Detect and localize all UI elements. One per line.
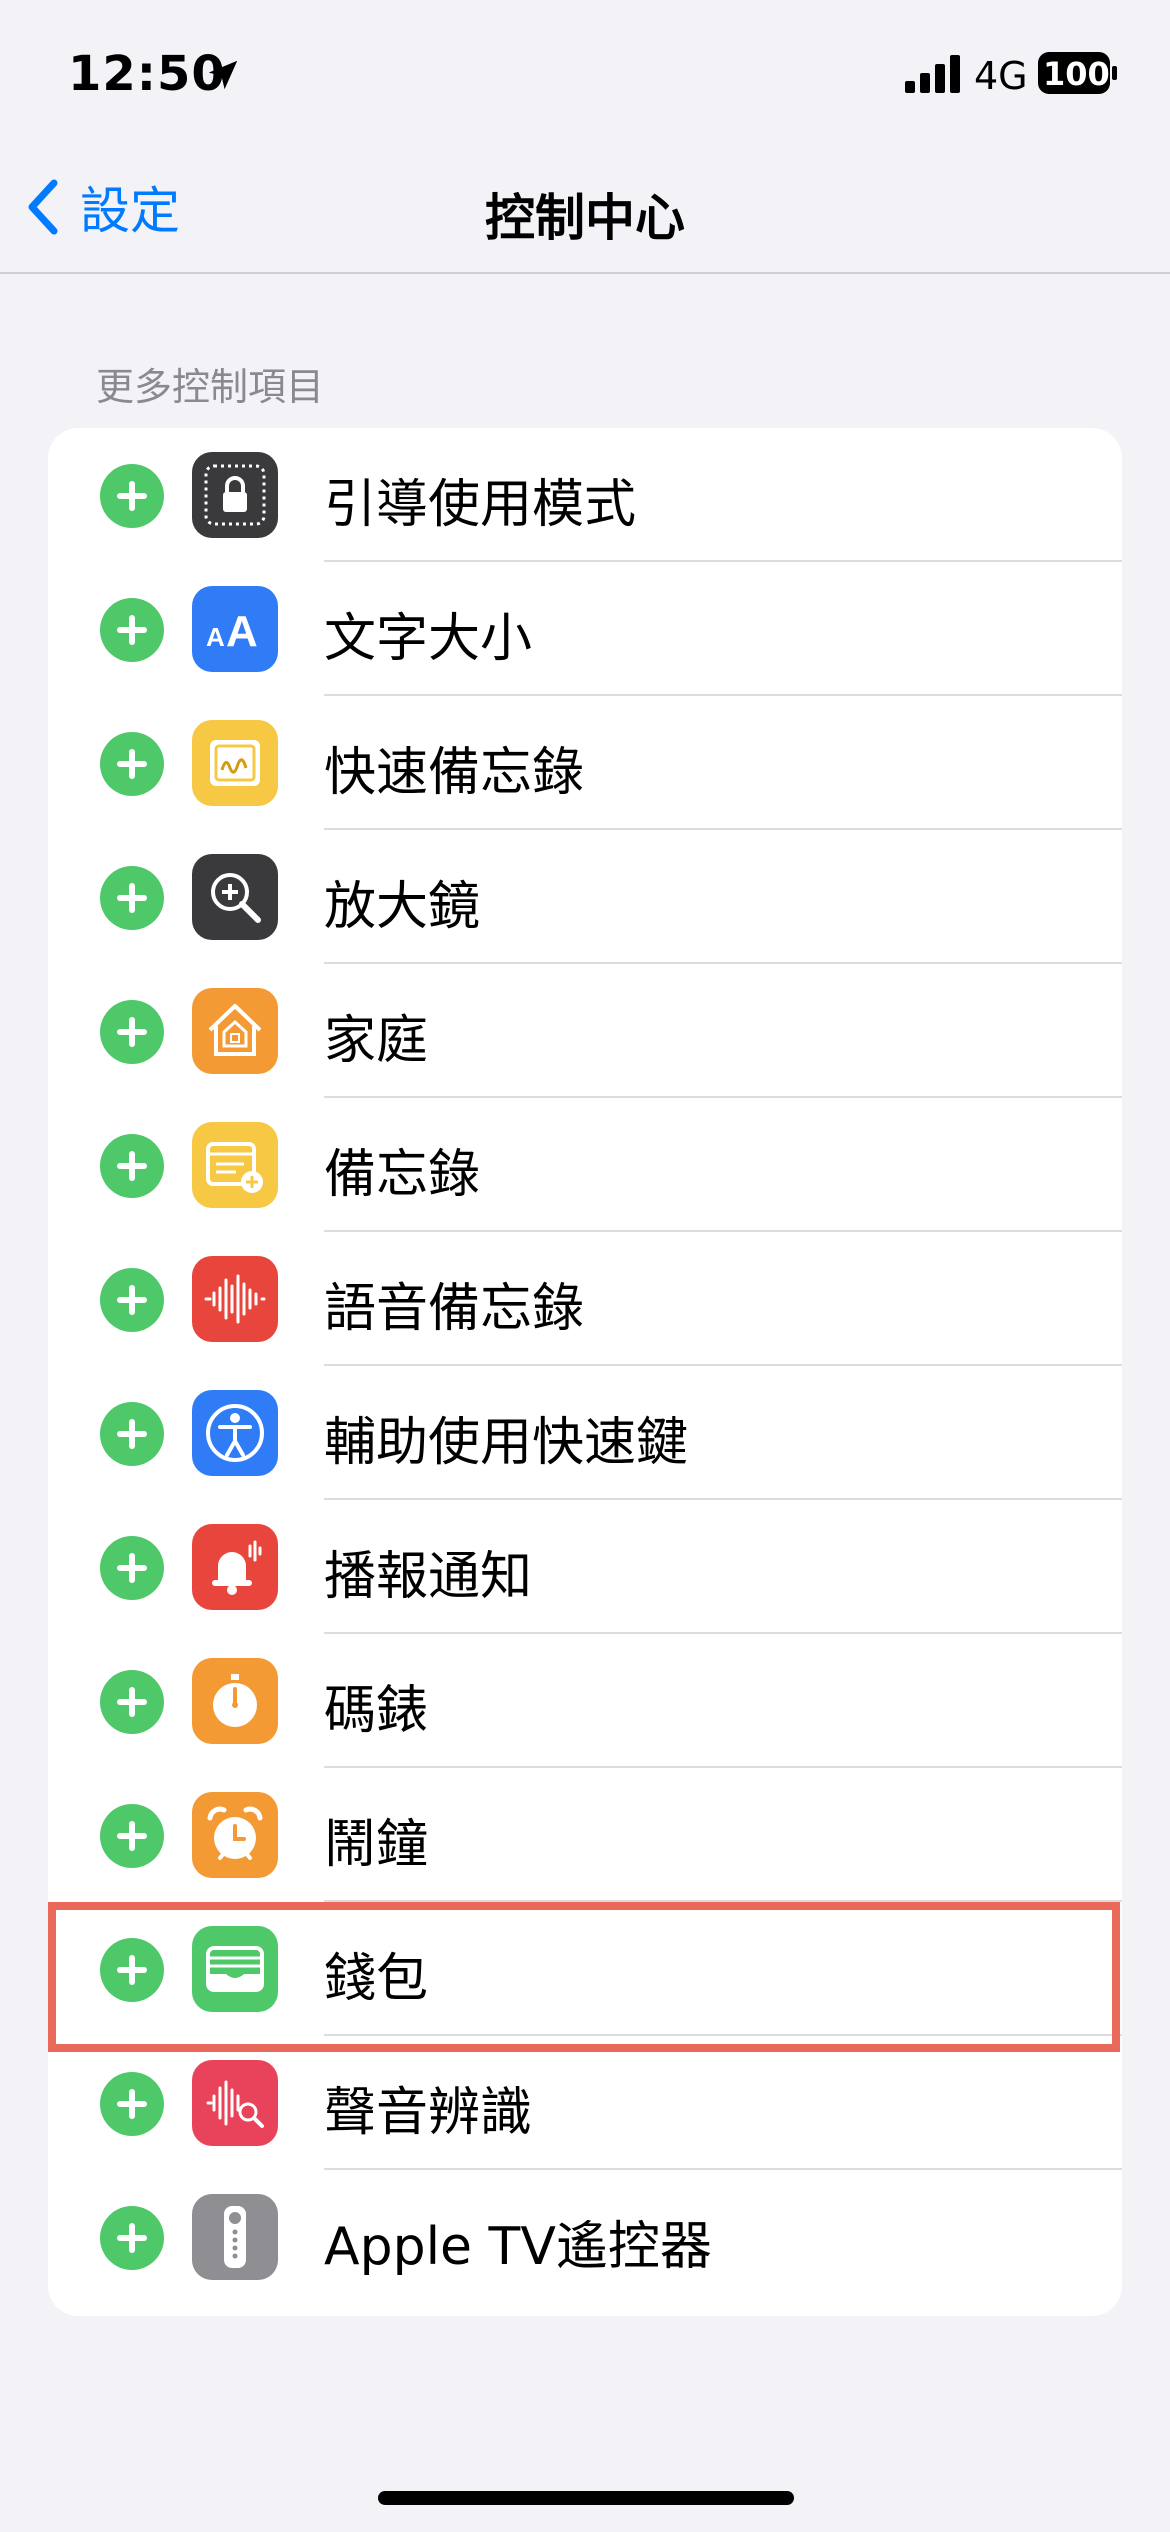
network-type: 4G bbox=[974, 54, 1028, 98]
list-item-apple-tv-remote[interactable]: Apple TV遙控器 bbox=[48, 2170, 1122, 2304]
sound-recognition-icon bbox=[192, 2060, 278, 2146]
add-button[interactable] bbox=[100, 1536, 164, 1600]
battery-level: 100 bbox=[1043, 55, 1110, 93]
list-item-accessibility-shortcut[interactable]: 輔助使用快速鍵 bbox=[48, 1366, 1122, 1500]
add-button[interactable] bbox=[100, 1670, 164, 1734]
home-icon bbox=[192, 988, 278, 1074]
list-item-label: 播報通知 bbox=[324, 1547, 533, 1607]
list-item-label: 備忘錄 bbox=[324, 1145, 481, 1205]
cellular-signal-icon bbox=[905, 55, 960, 93]
add-button[interactable] bbox=[100, 732, 164, 796]
list-item-label: 家庭 bbox=[324, 1011, 429, 1071]
guided-access-icon bbox=[192, 452, 278, 538]
location-arrow-icon bbox=[208, 60, 238, 90]
list-item-label: 引導使用模式 bbox=[324, 475, 637, 535]
svg-text:A: A bbox=[226, 607, 258, 656]
list-item-label: 語音備忘錄 bbox=[324, 1279, 585, 1339]
list-item-notes[interactable]: 備忘錄 bbox=[48, 1098, 1122, 1232]
add-button[interactable] bbox=[100, 464, 164, 528]
list-item-sound-recognition[interactable]: 聲音辨識 bbox=[48, 2036, 1122, 2170]
add-button[interactable] bbox=[100, 1268, 164, 1332]
voice-memos-icon bbox=[192, 1256, 278, 1342]
add-button[interactable] bbox=[100, 598, 164, 662]
add-button[interactable] bbox=[100, 1000, 164, 1064]
more-controls-list: 引導使用模式 AA 文字大小 快速備忘錄 放大鏡 家庭 備忘錄 語音備忘錄 輔助… bbox=[48, 428, 1122, 2316]
list-item-quick-note[interactable]: 快速備忘錄 bbox=[48, 696, 1122, 830]
add-button[interactable] bbox=[100, 1402, 164, 1466]
page-title: 控制中心 bbox=[485, 189, 685, 247]
list-item-label: 文字大小 bbox=[324, 609, 533, 669]
list-item-home[interactable]: 家庭 bbox=[48, 964, 1122, 1098]
list-item-label: 輔助使用快速鍵 bbox=[324, 1413, 689, 1473]
announce-notifications-icon bbox=[192, 1524, 278, 1610]
wallet-icon bbox=[192, 1926, 278, 2012]
apple-tv-remote-icon bbox=[192, 2194, 278, 2280]
alarm-icon bbox=[192, 1792, 278, 1878]
list-item-wallet[interactable]: 錢包 bbox=[48, 1902, 1122, 2036]
stopwatch-icon bbox=[192, 1658, 278, 1744]
add-button[interactable] bbox=[100, 866, 164, 930]
list-item-announce-notifications[interactable]: 播報通知 bbox=[48, 1500, 1122, 1634]
list-item-guided-access[interactable]: 引導使用模式 bbox=[48, 428, 1122, 562]
list-item-magnifier[interactable]: 放大鏡 bbox=[48, 830, 1122, 964]
text-size-icon: AA bbox=[192, 586, 278, 672]
list-item-label: 碼錶 bbox=[324, 1681, 429, 1741]
list-item-label: 快速備忘錄 bbox=[324, 743, 585, 803]
list-item-label: Apple TV遙控器 bbox=[324, 2217, 712, 2277]
magnifier-icon bbox=[192, 854, 278, 940]
home-indicator bbox=[378, 2491, 794, 2505]
add-button[interactable] bbox=[100, 1134, 164, 1198]
add-button[interactable] bbox=[100, 1938, 164, 2002]
section-header: 更多控制項目 bbox=[96, 365, 325, 409]
status-bar: 12:50 4G 100 bbox=[0, 0, 1170, 150]
list-item-label: 鬧鐘 bbox=[324, 1815, 429, 1875]
add-button[interactable] bbox=[100, 2206, 164, 2270]
list-item-stopwatch[interactable]: 碼錶 bbox=[48, 1634, 1122, 1768]
navigation-bar: 設定 控制中心 bbox=[0, 150, 1170, 274]
add-button[interactable] bbox=[100, 1804, 164, 1868]
quick-note-icon bbox=[192, 720, 278, 806]
accessibility-icon bbox=[192, 1390, 278, 1476]
svg-text:A: A bbox=[206, 622, 225, 652]
list-item-voice-memos[interactable]: 語音備忘錄 bbox=[48, 1232, 1122, 1366]
list-item-text-size[interactable]: AA 文字大小 bbox=[48, 562, 1122, 696]
list-item-label: 聲音辨識 bbox=[324, 2083, 533, 2143]
list-item-alarm[interactable]: 鬧鐘 bbox=[48, 1768, 1122, 1902]
notes-icon bbox=[192, 1122, 278, 1208]
add-button[interactable] bbox=[100, 2072, 164, 2136]
list-item-label: 錢包 bbox=[324, 1949, 429, 2009]
list-item-label: 放大鏡 bbox=[324, 877, 481, 937]
status-time: 12:50 bbox=[68, 46, 226, 102]
